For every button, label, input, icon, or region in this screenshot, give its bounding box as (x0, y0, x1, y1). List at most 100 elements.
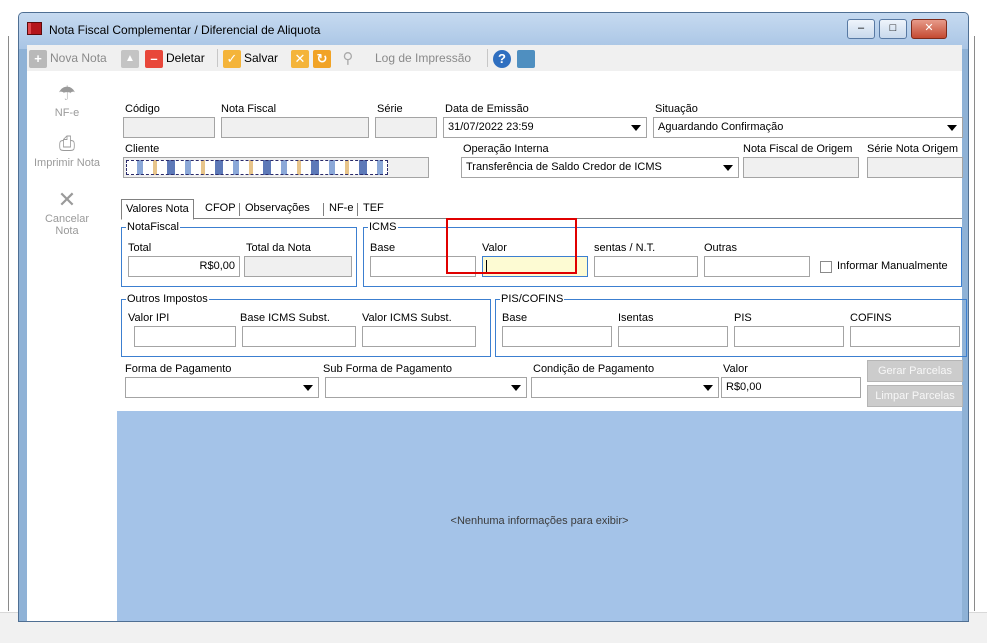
check-icon: ✓ (223, 49, 241, 68)
imprimir-nota-button[interactable]: ⎙ Imprimir Nota (27, 133, 107, 169)
nfe-icon: ☂ (58, 83, 76, 105)
operacao-interna-label: Operação Interna (463, 143, 549, 155)
chevron-down-icon (723, 165, 733, 171)
total-label: Total (128, 242, 152, 254)
cliente-field[interactable] (123, 157, 429, 178)
sub-forma-pagamento-label: Sub Forma de Pagamento (323, 363, 453, 375)
nota-fiscal-label: Nota Fiscal (221, 103, 277, 115)
imprimir-nota-label: Imprimir Nota (33, 157, 100, 169)
grid-empty-message: <Nenhuma informações para exibir> (450, 515, 629, 527)
pis-isentas-label: Isentas (618, 312, 654, 324)
operacao-interna-select[interactable]: Transferência de Saldo Credor de ICMS (461, 157, 739, 178)
codigo-label: Código (125, 103, 160, 115)
base-icms-subst-label: Base ICMS Subst. (240, 312, 330, 324)
cancelar-nota-button[interactable]: ✕ Cancelar Nota (27, 189, 107, 238)
situacao-select[interactable]: Aguardando Confirmação (653, 117, 963, 138)
valor-icms-subst-label: Valor ICMS Subst. (362, 312, 452, 324)
base-icms-subst-field[interactable] (242, 326, 356, 347)
pis-label: PIS (734, 312, 752, 324)
nota-fiscal-field[interactable] (221, 117, 369, 138)
gerar-parcelas-button[interactable]: Gerar Parcelas (867, 360, 963, 382)
pis-isentas-field[interactable] (618, 326, 728, 347)
tab-observacoes[interactable]: Observações (241, 199, 314, 219)
up-button[interactable]: ▲ (121, 48, 142, 68)
icms-legend: ICMS (368, 221, 398, 233)
pis-cofins-legend: PIS/COFINS (500, 293, 565, 305)
serie-origem-field[interactable] (867, 157, 963, 178)
nf-origem-field[interactable] (743, 157, 859, 178)
condicao-pagamento-select[interactable] (531, 377, 719, 398)
app-icon (27, 22, 42, 35)
total-nota-field[interactable] (244, 256, 352, 277)
search-button[interactable]: ⚲ (339, 48, 360, 68)
help-icon: ? (493, 49, 511, 68)
highlight-box (446, 218, 577, 274)
salvar-button[interactable]: ✓ Salvar (223, 48, 278, 68)
forma-pagamento-select[interactable] (125, 377, 319, 398)
tab-separator (357, 203, 358, 216)
cofins-field[interactable] (850, 326, 960, 347)
minimize-button[interactable]: – (847, 19, 875, 39)
total-value: R$0,00 (199, 260, 235, 272)
form-content: ☂ NF-e ⎙ Imprimir Nota ✕ Cancelar Nota C… (27, 71, 967, 621)
toolbar-separator (217, 49, 218, 67)
informar-manualmente-checkbox[interactable] (820, 261, 832, 273)
nfe-label: NF-e (54, 107, 80, 119)
cofins-label: COFINS (850, 312, 892, 324)
nova-nota-button[interactable]: + Nova Nota (29, 48, 107, 68)
pis-field[interactable] (734, 326, 844, 347)
outros-impostos-group: Outros Impostos Valor IPI Base ICMS Subs… (121, 293, 491, 357)
close-button[interactable]: ✕ (911, 19, 947, 39)
close-icon: ✕ (924, 22, 934, 34)
condicao-pagamento-label: Condição de Pagamento (533, 363, 655, 375)
log-impressao-button[interactable]: Log de Impressão (375, 48, 471, 68)
tab-bar: Valores Nota CFOP Observações NF-e TEF (121, 199, 962, 220)
chevron-down-icon (303, 385, 313, 391)
title-bar[interactable]: Nota Fiscal Complementar / Diferencial d… (19, 13, 968, 49)
situacao-label: Situação (655, 103, 698, 115)
pis-base-field[interactable] (502, 326, 612, 347)
exit-button[interactable] (517, 48, 538, 68)
nfe-button[interactable]: ☂ NF-e (27, 83, 107, 119)
window-title: Nota Fiscal Complementar / Diferencial d… (49, 23, 321, 37)
plus-icon: + (29, 49, 47, 68)
serie-label: Série (377, 103, 403, 115)
valor-icms-subst-field[interactable] (362, 326, 476, 347)
pagamento-valor-value: R$0,00 (726, 381, 762, 393)
serie-field[interactable] (375, 117, 437, 138)
tab-separator (323, 203, 324, 216)
tab-tef[interactable]: TEF (359, 199, 388, 219)
icms-isentas-field[interactable] (594, 256, 698, 277)
valor-ipi-field[interactable] (134, 326, 236, 347)
refresh-button[interactable]: ↻ (313, 48, 334, 68)
codigo-field[interactable] (123, 117, 215, 138)
dialog-window: Nota Fiscal Complementar / Diferencial d… (18, 12, 969, 622)
valor-ipi-label: Valor IPI (128, 312, 170, 324)
tab-valores-nota[interactable]: Valores Nota (121, 199, 194, 220)
notafiscal-group: NotaFiscal Total R$0,00 Total da Nota (121, 221, 357, 287)
tab-nfe[interactable]: NF-e (325, 199, 357, 219)
icms-isentas-label: sentas / N.T. (594, 242, 656, 254)
cancelar-label-line2: Nota (55, 225, 79, 237)
x-icon: ✕ (291, 49, 309, 68)
maximize-button[interactable]: □ (879, 19, 907, 39)
pagamento-valor-field[interactable]: R$0,00 (721, 377, 861, 398)
magnifier-icon: ⚲ (342, 49, 354, 67)
deletar-button[interactable]: – Deletar (145, 48, 205, 68)
minus-icon: – (145, 49, 163, 68)
total-field[interactable]: R$0,00 (128, 256, 240, 277)
data-emissao-field[interactable]: 31/07/2022 23:59 (443, 117, 647, 138)
tab-cfop[interactable]: CFOP (201, 199, 240, 219)
help-button[interactable]: ? (493, 48, 514, 68)
limpar-parcelas-button[interactable]: Limpar Parcelas (867, 385, 963, 407)
icms-outras-field[interactable] (704, 256, 810, 277)
cliente-selection-box (126, 160, 388, 175)
maximize-icon: □ (889, 22, 897, 34)
data-emissao-label: Data de Emissão (445, 103, 529, 115)
icms-outras-label: Outras (704, 242, 738, 254)
pis-base-label: Base (502, 312, 528, 324)
cancel-edit-button[interactable]: ✕ (291, 48, 312, 68)
parcelas-grid[interactable]: <Nenhuma informações para exibir> (117, 411, 962, 621)
forma-pagamento-label: Forma de Pagamento (125, 363, 232, 375)
sub-forma-pagamento-select[interactable] (325, 377, 527, 398)
